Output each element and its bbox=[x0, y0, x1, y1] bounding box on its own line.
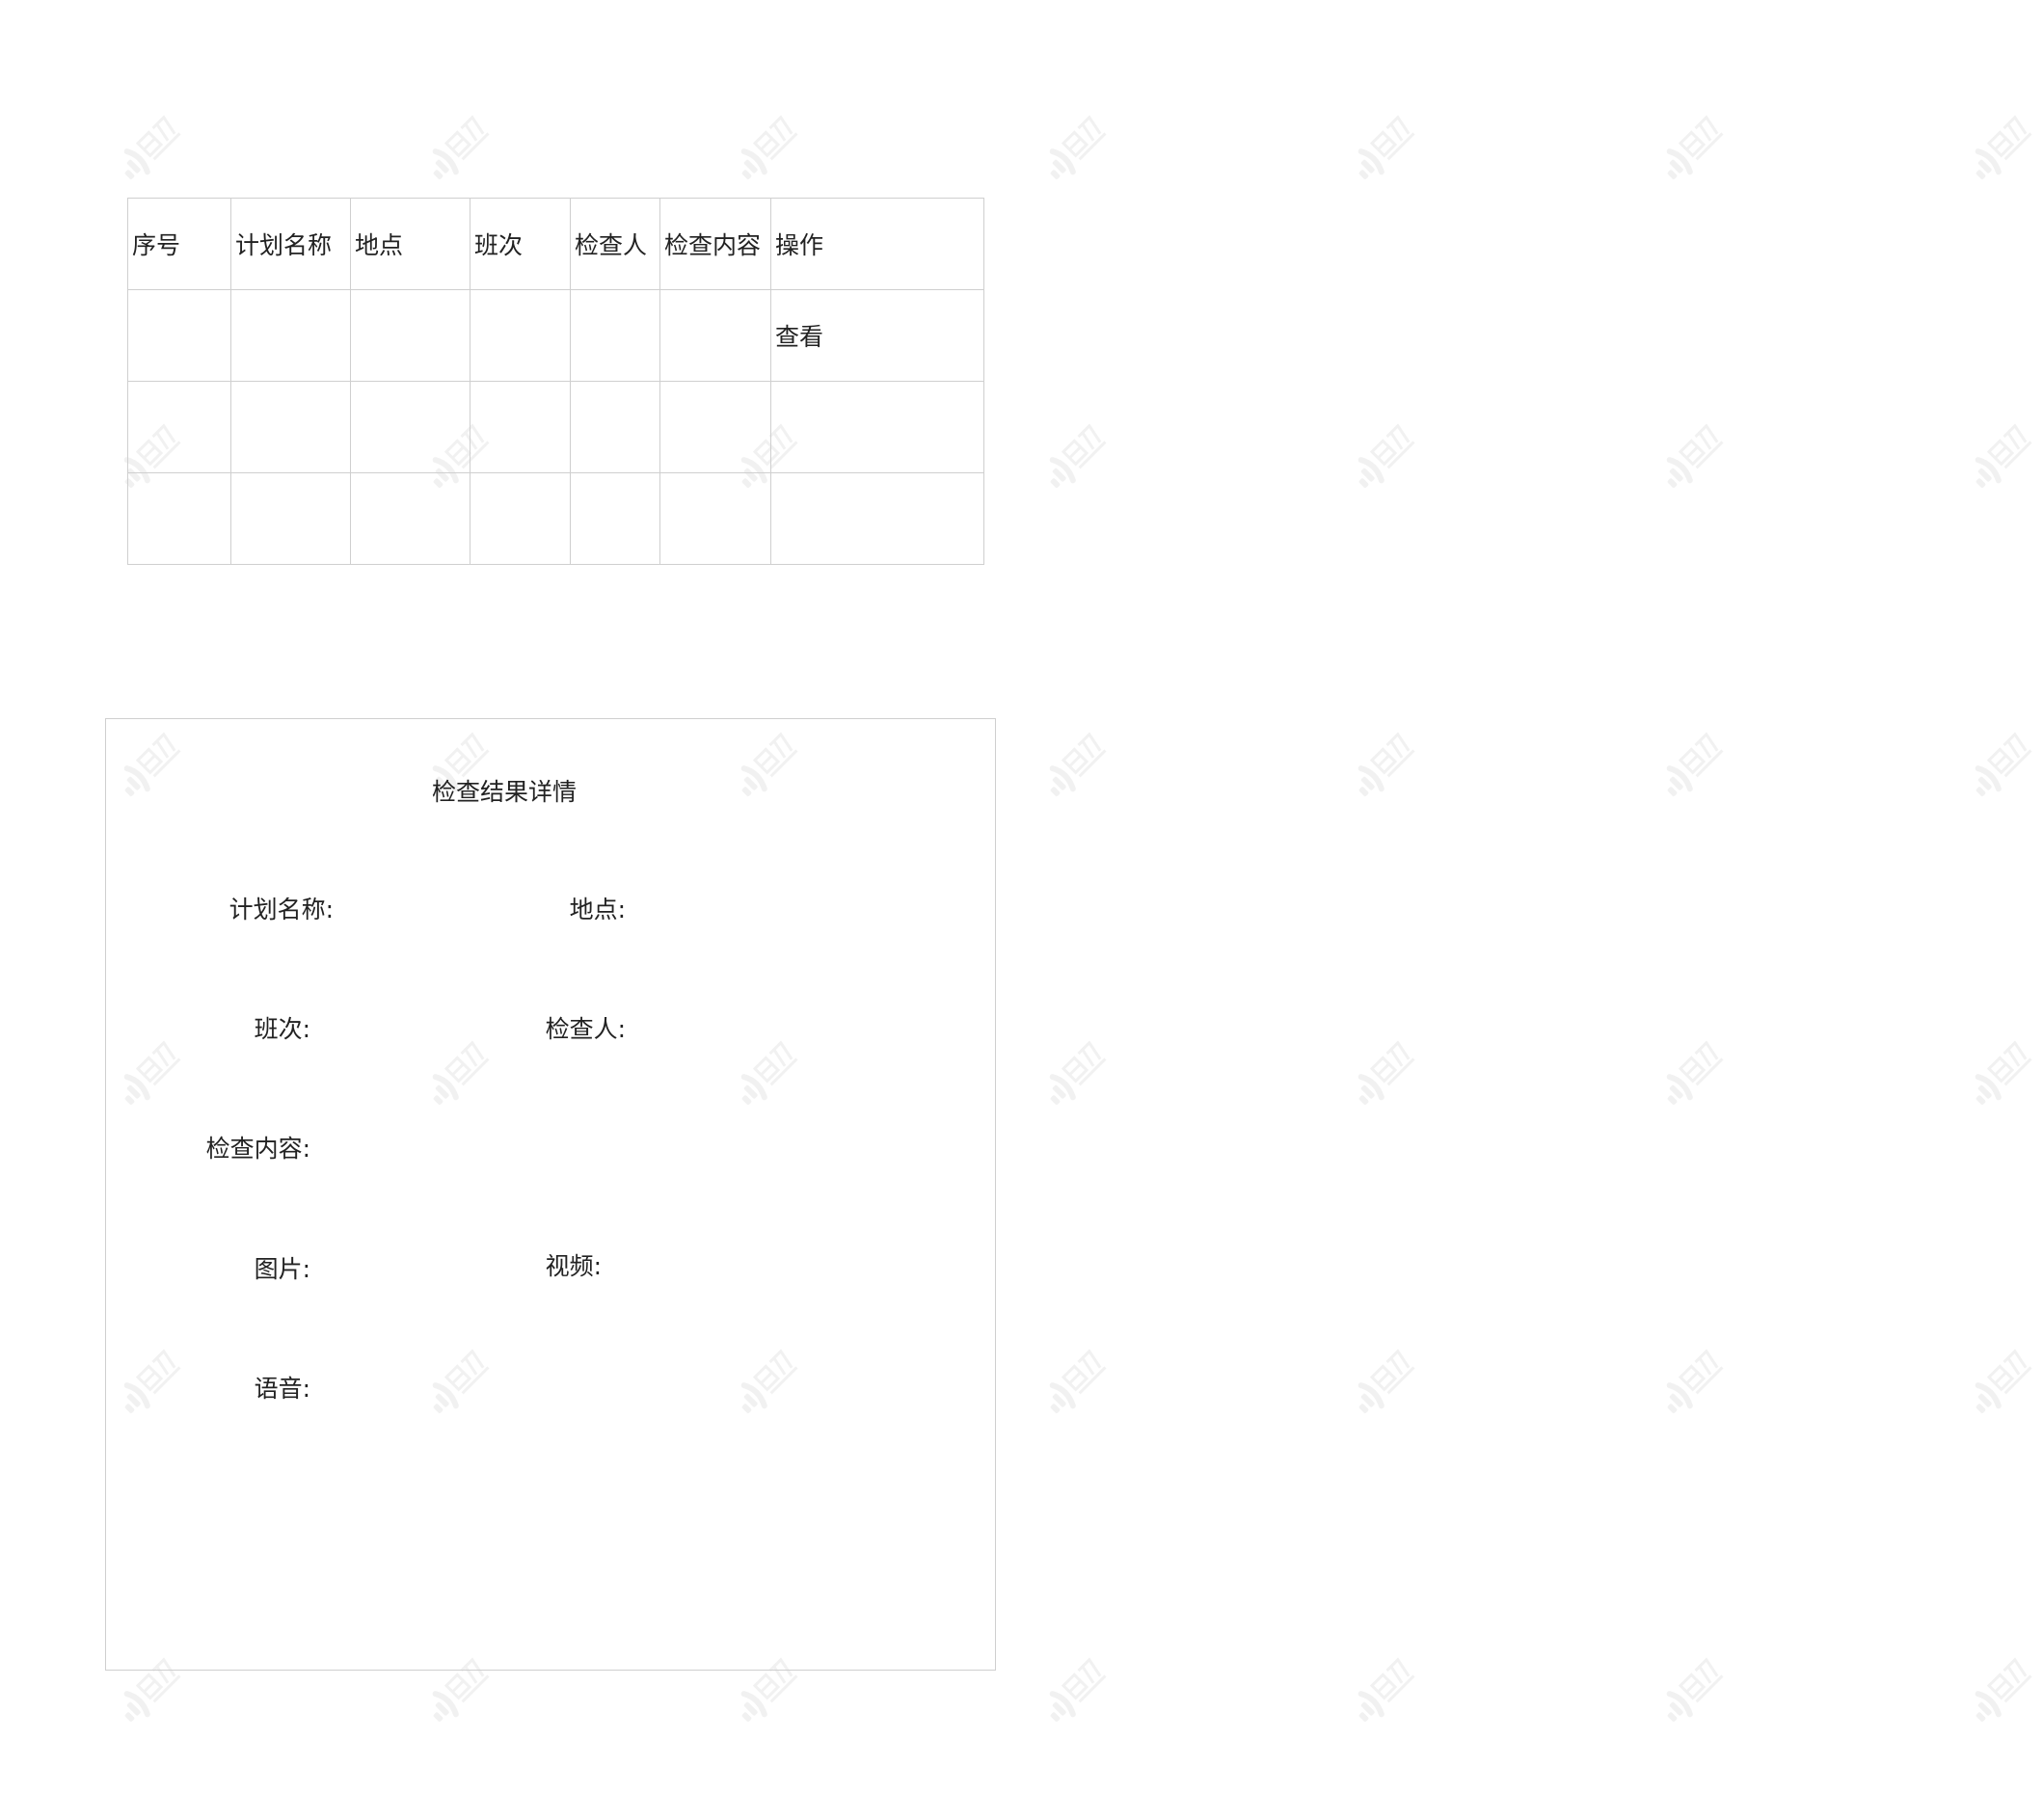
brand-watermark-icon bbox=[1649, 415, 1734, 500]
table-row: 查看 bbox=[127, 289, 984, 382]
brand-watermark-icon bbox=[1957, 723, 2043, 809]
brand-watermark-icon bbox=[1649, 723, 1734, 809]
table-cell bbox=[659, 381, 771, 473]
detail-title: 检查结果详情 bbox=[431, 778, 577, 806]
inspection-result-detail-panel: 检查结果详情 计划名称: 地点: 班次: 检查人: 检查内容: 图片: 视频: … bbox=[105, 718, 996, 1671]
brand-watermark-icon bbox=[1340, 723, 1426, 809]
audio-label: 语音: bbox=[254, 1375, 310, 1403]
shift-label: 班次: bbox=[254, 1015, 310, 1043]
table-cell bbox=[570, 381, 660, 473]
table-cell bbox=[659, 289, 771, 382]
table-row bbox=[127, 472, 984, 565]
brand-watermark-icon bbox=[1340, 415, 1426, 500]
table-cell bbox=[350, 381, 470, 473]
column-header-plan-name: 计划名称 bbox=[230, 198, 351, 290]
table-cell bbox=[230, 289, 351, 382]
brand-watermark-icon bbox=[1649, 106, 1734, 192]
column-header-content: 检查内容 bbox=[659, 198, 771, 290]
table-cell bbox=[470, 289, 571, 382]
brand-watermark-icon bbox=[1032, 106, 1117, 192]
table-cell bbox=[127, 289, 231, 382]
table-cell bbox=[659, 472, 771, 565]
column-header-action: 操作 bbox=[770, 198, 984, 290]
table-cell bbox=[127, 472, 231, 565]
brand-watermark-icon bbox=[1340, 106, 1426, 192]
brand-watermark-icon bbox=[106, 106, 192, 192]
brand-watermark-icon bbox=[1957, 415, 2043, 500]
brand-watermark-icon bbox=[1032, 1031, 1117, 1117]
table-cell bbox=[570, 472, 660, 565]
picture-label: 图片: bbox=[254, 1255, 310, 1283]
table-cell bbox=[350, 472, 470, 565]
brand-watermark-icon bbox=[1649, 1648, 1734, 1734]
brand-watermark-icon bbox=[415, 106, 500, 192]
brand-watermark-icon bbox=[1957, 1648, 2043, 1734]
column-header-inspector: 检查人 bbox=[570, 198, 660, 290]
table-cell bbox=[470, 381, 571, 473]
view-link[interactable]: 查看 bbox=[770, 289, 984, 382]
brand-watermark-icon bbox=[1032, 1340, 1117, 1426]
plan-name-label: 计划名称: bbox=[228, 896, 334, 923]
table-cell bbox=[570, 289, 660, 382]
inspection-content-label: 检查内容: bbox=[205, 1135, 310, 1163]
brand-watermark-icon bbox=[1340, 1031, 1426, 1117]
location-label: 地点: bbox=[569, 896, 626, 923]
brand-watermark-icon bbox=[1340, 1648, 1426, 1734]
table-cell bbox=[230, 472, 351, 565]
brand-watermark-icon bbox=[1340, 1340, 1426, 1426]
column-header-shift: 班次 bbox=[470, 198, 571, 290]
table-row bbox=[127, 381, 984, 473]
brand-watermark-icon bbox=[1649, 1340, 1734, 1426]
video-label: 视频: bbox=[545, 1252, 602, 1280]
table-cell bbox=[770, 381, 984, 473]
brand-watermark-icon bbox=[1957, 1031, 2043, 1117]
brand-watermark-icon bbox=[1032, 415, 1117, 500]
brand-watermark-icon bbox=[1957, 106, 2043, 192]
inspector-label: 检查人: bbox=[545, 1015, 626, 1043]
table-cell bbox=[770, 472, 984, 565]
table-cell bbox=[470, 472, 571, 565]
table-cell bbox=[127, 381, 231, 473]
table-cell bbox=[230, 381, 351, 473]
plan-table: 序号 计划名称 地点 班次 检查人 检查内容 操作 查看 bbox=[127, 198, 984, 565]
brand-watermark-icon bbox=[1032, 723, 1117, 809]
brand-watermark-icon bbox=[723, 106, 809, 192]
column-header-index: 序号 bbox=[127, 198, 231, 290]
table-header-row: 序号 计划名称 地点 班次 检查人 检查内容 操作 bbox=[127, 198, 984, 290]
brand-watermark-icon bbox=[1649, 1031, 1734, 1117]
table-cell bbox=[350, 289, 470, 382]
brand-watermark-icon bbox=[1032, 1648, 1117, 1734]
column-header-location: 地点 bbox=[350, 198, 470, 290]
brand-watermark-icon bbox=[1957, 1340, 2043, 1426]
